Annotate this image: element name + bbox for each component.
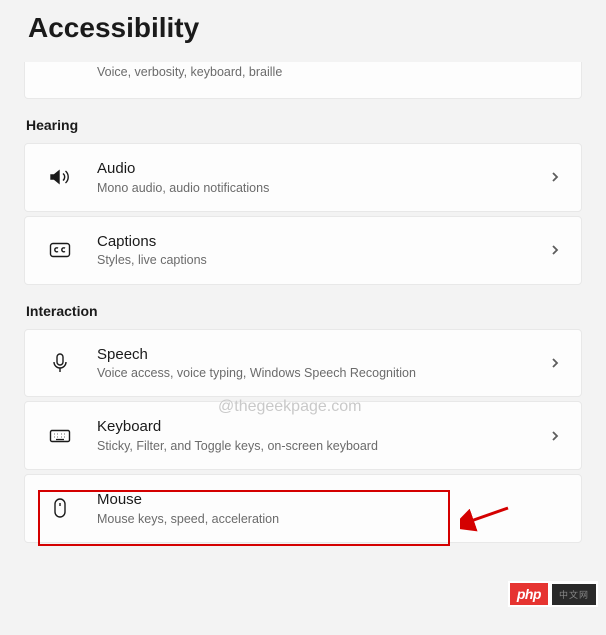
badge-extra: 中文网 (552, 584, 596, 605)
setting-item-keyboard[interactable]: Keyboard Sticky, Filter, and Toggle keys… (24, 401, 582, 470)
setting-item-narrator[interactable]: Voice, verbosity, keyboard, braille (24, 62, 582, 99)
chevron-right-icon (549, 243, 563, 257)
setting-item-text: Captions Styles, live captions (97, 232, 537, 269)
setting-item-mouse[interactable]: Mouse Mouse keys, speed, acceleration (24, 474, 582, 543)
keyboard-icon (47, 423, 73, 449)
chevron-right-icon (549, 429, 563, 443)
setting-item-title: Audio (97, 159, 537, 179)
setting-item-subtitle: Voice access, voice typing, Windows Spee… (97, 365, 537, 381)
setting-item-title: Mouse (97, 490, 537, 510)
section-header-interaction: Interaction (26, 303, 580, 319)
setting-item-text: Mouse Mouse keys, speed, acceleration (97, 490, 537, 527)
setting-item-subtitle: Voice, verbosity, keyboard, braille (97, 64, 563, 80)
setting-item-audio[interactable]: Audio Mono audio, audio notifications (24, 143, 582, 212)
chevron-right-icon (549, 170, 563, 184)
mouse-icon (47, 495, 73, 521)
setting-item-text: Audio Mono audio, audio notifications (97, 159, 537, 196)
audio-icon (47, 164, 73, 190)
source-badge: php 中文网 (508, 581, 598, 607)
setting-item-captions[interactable]: Captions Styles, live captions (24, 216, 582, 285)
setting-item-title: Speech (97, 345, 537, 365)
setting-item-subtitle: Mouse keys, speed, acceleration (97, 511, 537, 527)
chevron-right-icon (549, 356, 563, 370)
setting-item-title: Keyboard (97, 417, 537, 437)
setting-item-text: Speech Voice access, voice typing, Windo… (97, 345, 537, 382)
setting-item-subtitle: Mono audio, audio notifications (97, 180, 537, 196)
badge-php: php (510, 583, 548, 605)
captions-icon (47, 237, 73, 263)
setting-item-text: Voice, verbosity, keyboard, braille (97, 63, 563, 80)
setting-item-subtitle: Styles, live captions (97, 252, 537, 268)
setting-item-speech[interactable]: Speech Voice access, voice typing, Windo… (24, 329, 582, 398)
section-header-hearing: Hearing (26, 117, 580, 133)
page-title: Accessibility (0, 0, 606, 62)
setting-item-subtitle: Sticky, Filter, and Toggle keys, on-scre… (97, 438, 537, 454)
settings-content: Voice, verbosity, keyboard, braille Hear… (0, 62, 606, 543)
microphone-icon (47, 350, 73, 376)
setting-item-title: Captions (97, 232, 537, 252)
setting-item-text: Keyboard Sticky, Filter, and Toggle keys… (97, 417, 537, 454)
